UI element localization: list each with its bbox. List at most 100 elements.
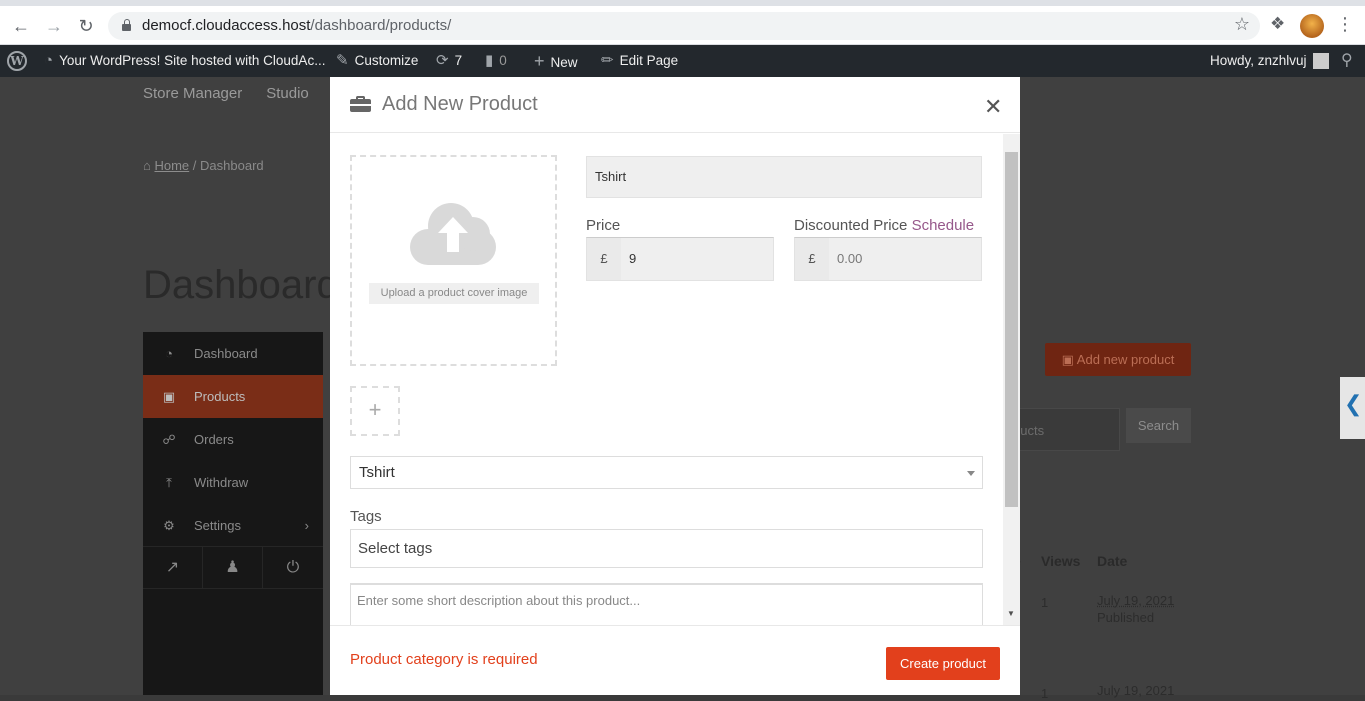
- updates-count: 7: [454, 53, 463, 68]
- add-new-product-button[interactable]: ▣ Add new product: [1045, 343, 1191, 376]
- sidebar-label-orders: Orders: [194, 432, 234, 447]
- home-icon: ⌂: [143, 158, 151, 173]
- user-icon[interactable]: ♟: [203, 547, 263, 589]
- add-product-modal: Add New Product ✕ Upload a product cover…: [330, 77, 1020, 695]
- dashboard-icon: ◔: [165, 346, 173, 361]
- cover-image-dropzone[interactable]: Upload a product cover image: [350, 155, 557, 366]
- briefcase-icon: ▣: [1061, 352, 1077, 367]
- bookmark-star-icon[interactable]: ☆: [1234, 14, 1250, 35]
- short-description-textarea[interactable]: Enter some short description about this …: [350, 583, 983, 625]
- sidebar-item-settings[interactable]: ⚙ Settings ›: [143, 504, 323, 547]
- sidebar-footer-icons: ↗ ♟ ⏻: [143, 546, 323, 589]
- search-icon[interactable]: ⚲: [1341, 45, 1353, 77]
- table-header-date: Date: [1097, 553, 1128, 569]
- lock-icon: [122, 19, 131, 31]
- side-panel-toggle[interactable]: ❮: [1340, 377, 1365, 439]
- sidebar-label-withdraw: Withdraw: [194, 475, 249, 490]
- scrollbar-thumb[interactable]: [1005, 152, 1018, 507]
- modal-title: Add New Product: [382, 93, 538, 115]
- wordpress-logo-icon[interactable]: W: [7, 51, 27, 71]
- category-select[interactable]: Tshirt: [350, 456, 983, 489]
- sidebar-item-withdraw[interactable]: ⤒ Withdraw: [143, 461, 323, 504]
- my-account-link[interactable]: Howdy, znzhlvuj: [1210, 45, 1329, 77]
- edit-page-label: Edit Page: [619, 53, 679, 68]
- breadcrumb-separator: /: [192, 158, 197, 173]
- chevron-left-icon: ❮: [1344, 391, 1363, 416]
- site-name-link[interactable]: ◔ Your WordPress! Site hosted with CloudA…: [44, 45, 325, 77]
- dashboard-sidebar: ◔ Dashboard ▣ Products ☍ Orders ⤒ Withdraw ⚙…: [143, 332, 323, 695]
- url-path: /dashboard/products/: [310, 17, 452, 34]
- tab-strip: [0, 0, 1365, 6]
- discounted-price-label: Discounted Price Schedule: [794, 217, 974, 234]
- cloud-upload-icon: [410, 203, 500, 269]
- row-1-status: Published: [1097, 610, 1155, 625]
- price-label: Price: [586, 217, 621, 234]
- back-icon[interactable]: ←: [9, 14, 33, 38]
- modal-scrollbar[interactable]: ▼: [1003, 134, 1020, 625]
- sidebar-item-products[interactable]: ▣ Products: [143, 375, 323, 418]
- new-content-link[interactable]: + New: [534, 45, 578, 77]
- nav-studio[interactable]: Studio: [266, 85, 309, 102]
- chevron-right-icon: ›: [304, 518, 309, 533]
- price-field[interactable]: £ 9: [586, 237, 774, 281]
- modal-footer: Product category is required Create prod…: [330, 625, 1020, 695]
- sidebar-item-orders[interactable]: ☍ Orders: [143, 418, 323, 461]
- customize-link[interactable]: ✎ Customize: [336, 45, 418, 77]
- tags-input[interactable]: Select tags: [350, 529, 983, 568]
- schedule-link[interactable]: Schedule: [912, 217, 975, 234]
- nav-store-manager[interactable]: Store Manager: [143, 85, 242, 102]
- category-selected-value: Tshirt: [359, 464, 395, 481]
- price-input[interactable]: 9: [621, 238, 773, 280]
- brush-icon: ✎: [336, 52, 349, 69]
- browser-menu-icon[interactable]: ⋮: [1336, 14, 1354, 35]
- sidebar-label-products: Products: [194, 389, 246, 404]
- breadcrumb-home[interactable]: Home: [154, 158, 189, 173]
- forward-icon[interactable]: →: [42, 14, 66, 38]
- row-1-date: July 19, 2021: [1097, 593, 1175, 608]
- row-2-views: 1: [1041, 686, 1049, 701]
- reload-icon[interactable]: ↻: [74, 14, 98, 38]
- comment-icon: ▮: [485, 52, 494, 69]
- power-icon[interactable]: ⏻: [263, 547, 323, 589]
- sidebar-item-dashboard[interactable]: ◔ Dashboard: [143, 332, 323, 375]
- extensions-icon[interactable]: ❖: [1270, 14, 1285, 34]
- url-text[interactable]: democf.cloudaccess.host/dashboard/produc…: [142, 17, 451, 34]
- briefcase-icon: [350, 96, 371, 112]
- add-gallery-image-button[interactable]: +: [350, 386, 400, 436]
- gear-icon: ⚙: [163, 518, 175, 533]
- add-new-product-label: Add new product: [1076, 352, 1175, 367]
- breadcrumb-current: Dashboard: [200, 158, 264, 173]
- create-product-button[interactable]: Create product: [886, 647, 1000, 680]
- discounted-currency: £: [795, 238, 829, 280]
- comments-count: 0: [499, 53, 507, 68]
- external-link-icon[interactable]: ↗: [143, 547, 203, 589]
- browser-toolbar: ← → ↻ democf.cloudaccess.host/dashboard/…: [0, 0, 1365, 45]
- customize-label: Customize: [354, 53, 419, 68]
- site-name: Your WordPress! Site hosted with CloudAc…: [59, 53, 326, 68]
- search-button[interactable]: Search: [1126, 408, 1191, 443]
- user-avatar: [1312, 53, 1329, 70]
- price-currency: £: [587, 238, 621, 280]
- new-label: New: [550, 55, 578, 70]
- updates-link[interactable]: ⟳ 7: [436, 45, 462, 77]
- upload-icon: ⤒: [166, 475, 172, 490]
- modal-body: Upload a product cover image + Tshirt Pr…: [330, 134, 1020, 625]
- dashboard-gauge-icon: ◔: [44, 52, 54, 69]
- profile-avatar[interactable]: [1300, 14, 1324, 38]
- briefcase-icon: ▣: [162, 389, 176, 404]
- category-error-message: Product category is required: [350, 651, 538, 668]
- breadcrumb: ⌂ Home / Dashboard: [143, 158, 264, 173]
- discounted-price-field[interactable]: £ 0.00: [794, 237, 982, 281]
- address-bar[interactable]: democf.cloudaccess.host/dashboard/produc…: [108, 12, 1260, 40]
- product-name-input[interactable]: Tshirt: [586, 156, 982, 198]
- page-title: Dashboard: [143, 263, 339, 307]
- edit-page-link[interactable]: ✏ Edit Page: [601, 45, 678, 77]
- row-2-date: July 19, 2021: [1097, 683, 1175, 698]
- scroll-down-arrow-icon[interactable]: ▼: [1007, 609, 1015, 618]
- upload-cover-label[interactable]: Upload a product cover image: [369, 283, 539, 304]
- discounted-price-input[interactable]: 0.00: [829, 238, 981, 280]
- cart-icon: ☍: [162, 432, 176, 447]
- table-header-views: Views: [1041, 553, 1081, 569]
- close-icon[interactable]: ✕: [984, 94, 1002, 120]
- comments-link[interactable]: ▮ 0: [485, 45, 507, 77]
